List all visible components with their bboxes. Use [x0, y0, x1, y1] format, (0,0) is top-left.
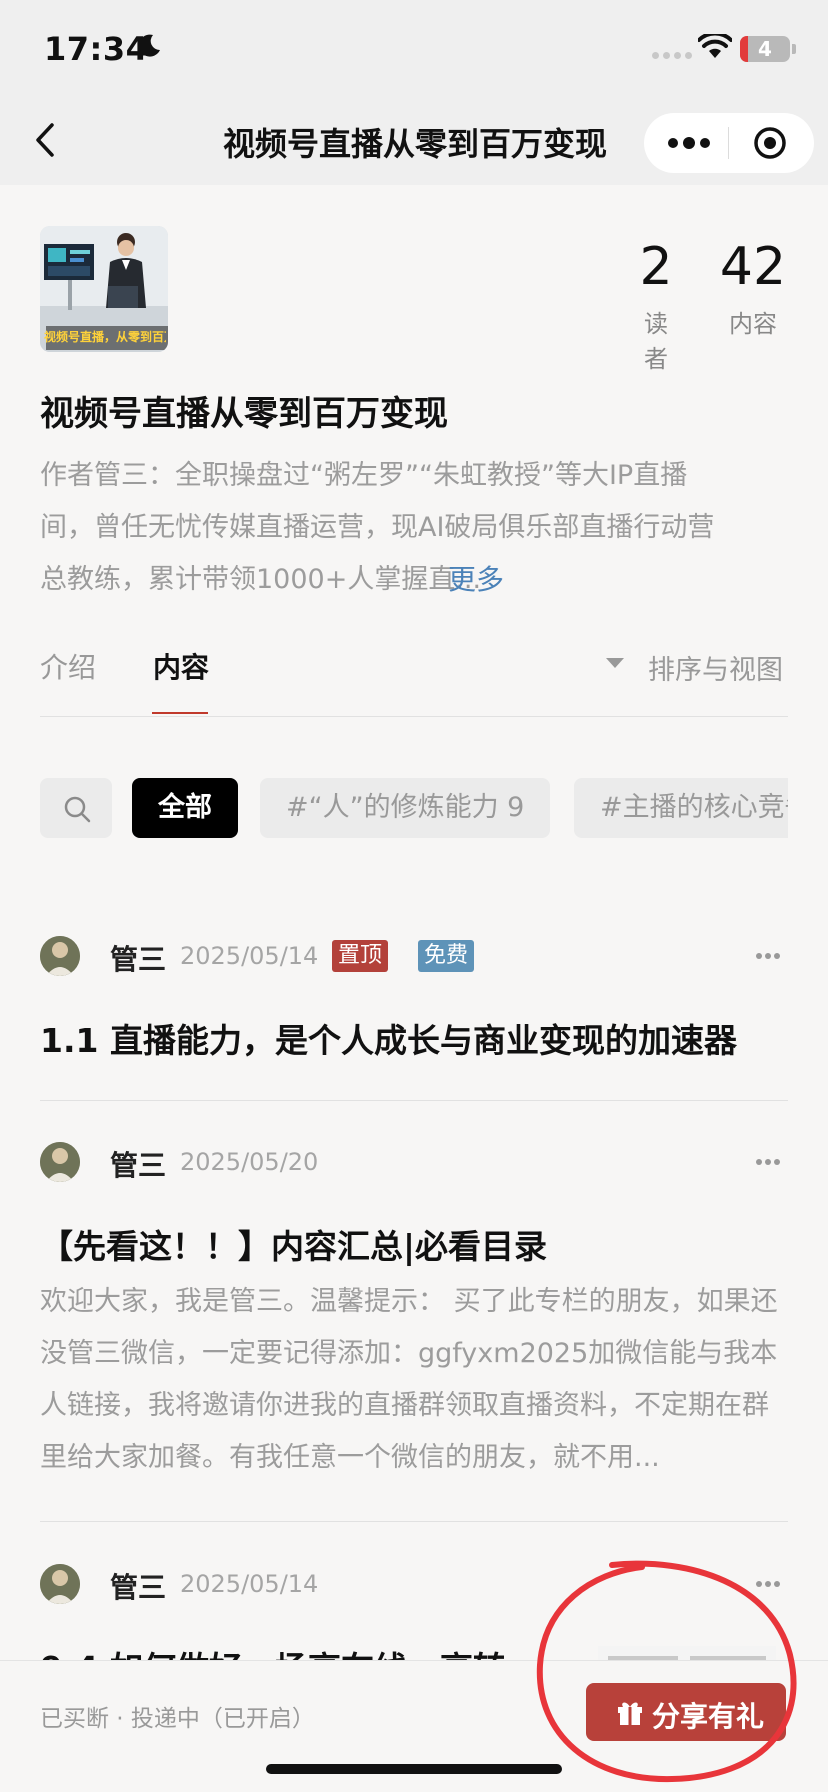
- avatar: [40, 1564, 80, 1604]
- post-item[interactable]: 管三 2025/05/20 【先看这！！】内容汇总|必看目录 欢迎大家，我是管三…: [40, 1142, 788, 1482]
- gift-icon: [618, 1702, 642, 1725]
- post-author: 管三: [110, 1571, 167, 1604]
- active-tab-indicator: [152, 712, 208, 714]
- home-indicator: [266, 1764, 562, 1774]
- post-title[interactable]: 【先看这！！】内容汇总|必看目录: [40, 1220, 547, 1268]
- more-dots-icon[interactable]: [664, 125, 714, 161]
- avatar: [40, 936, 80, 976]
- post-item[interactable]: 管三 2025/05/14 置顶 免费 1.1 直播能力，是个人成长与商业变现的…: [40, 936, 788, 1060]
- battery-cap: [792, 44, 796, 54]
- close-target-icon[interactable]: [753, 126, 787, 160]
- caret-down-icon[interactable]: [605, 656, 625, 670]
- share-gift-label: 分享有礼: [652, 1700, 765, 1733]
- nav-title: 视频号直播从零到百万变现: [222, 125, 607, 163]
- pinned-badge: 置顶: [332, 940, 389, 972]
- moon-icon: [138, 34, 160, 57]
- avatar: [40, 1142, 80, 1182]
- tab-content[interactable]: 内容: [153, 646, 209, 686]
- post-divider: [40, 1100, 788, 1101]
- post-author: 管三: [110, 1149, 167, 1182]
- filter-chip-tag[interactable]: #“人”的修炼能力 9: [260, 778, 551, 838]
- filter-chip-all[interactable]: 全部: [132, 778, 238, 838]
- column-description: 作者管三：全职操盘过“粥左罗”“朱虹教授”等大IP直播间，曾任无忧传媒直播运营，…: [40, 450, 788, 606]
- more-link[interactable]: 更多: [448, 554, 504, 606]
- readers-label: 读者: [644, 310, 668, 373]
- back-icon[interactable]: [30, 119, 62, 161]
- post-excerpt: 欢迎大家，我是管三。温馨提示： 买了此专栏的朋友，如果还没管三微信，一定要记得添…: [40, 1286, 778, 1473]
- readers-stat: 2 读者: [636, 240, 676, 374]
- post-author: 管三: [110, 943, 167, 976]
- post-date: 2025/05/20: [180, 1148, 319, 1176]
- share-gift-button[interactable]: 分享有礼: [586, 1683, 786, 1741]
- content-label: 内容: [729, 310, 777, 338]
- status-bar: 17:34 4: [0, 0, 828, 95]
- capsule-divider: [728, 127, 729, 159]
- column-title: 视频号直播从零到百万变现: [40, 394, 448, 434]
- nav-bar: 视频号直播从零到百万变现: [0, 95, 828, 185]
- post-more-icon[interactable]: [755, 1580, 781, 1588]
- description-text: 作者管三：全职操盘过“粥左罗”“朱虹教授”等大IP直播间，曾任无忧传媒直播运营，…: [40, 460, 715, 595]
- content-count: 42: [719, 237, 787, 297]
- subscription-status: 已买断 · 投递中（已开启）: [40, 1706, 315, 1732]
- post-date: 2025/05/14: [180, 942, 319, 970]
- filter-chips: 全部 #“人”的修炼能力 9 #主播的核心竞争力: [40, 778, 788, 838]
- post-date: 2025/05/14: [180, 1570, 319, 1598]
- mini-program-capsule: [644, 113, 814, 173]
- readers-count: 2: [639, 237, 673, 297]
- post-title[interactable]: 9.4 如何做好一场高在线、高转: [40, 1642, 506, 1660]
- signal-icon: [652, 52, 692, 59]
- battery-level: 4: [758, 37, 772, 61]
- tabs-divider: [40, 716, 788, 717]
- free-badge: 免费: [418, 940, 475, 972]
- post-title[interactable]: 1.1 直播能力，是个人成长与商业变现的加速器: [40, 1014, 737, 1062]
- battery-icon: 4: [740, 36, 790, 62]
- tab-intro[interactable]: 介绍: [40, 646, 96, 686]
- search-chip[interactable]: [40, 778, 112, 838]
- wifi-icon: [698, 34, 732, 58]
- content-stat: 42 内容: [716, 240, 790, 339]
- search-icon: [64, 796, 91, 823]
- status-time: 17:34: [44, 30, 149, 68]
- sort-and-view-button[interactable]: 排序与视图: [648, 648, 783, 687]
- post-divider: [40, 1521, 788, 1522]
- filter-chip-tag[interactable]: #主播的核心竞争力: [574, 778, 788, 838]
- post-more-icon[interactable]: [755, 952, 781, 960]
- cover-caption: 视频号直播，从零到百万: [44, 330, 166, 344]
- post-more-icon[interactable]: [755, 1158, 781, 1166]
- column-cover-image[interactable]: 视频号直播，从零到百万: [40, 226, 168, 352]
